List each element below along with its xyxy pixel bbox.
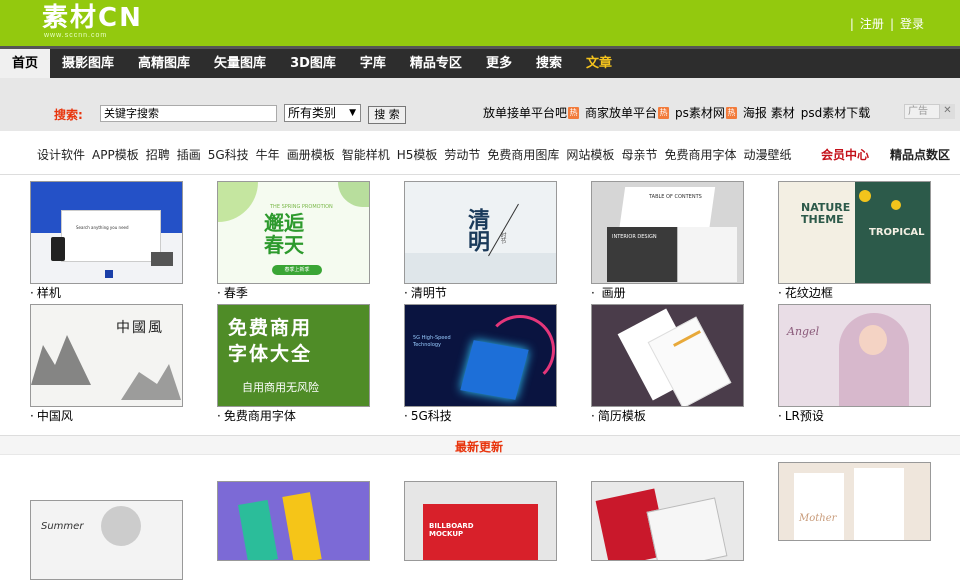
featured-card[interactable]: NATURE THEME TROPICAL 花纹边框 xyxy=(778,181,931,300)
thumbnail: Search anything you need xyxy=(30,181,183,284)
nav-item-home[interactable]: 首页 xyxy=(0,49,51,78)
thumbnail: 5G High-Speed Technology xyxy=(404,304,557,407)
latest-card[interactable]: Mother xyxy=(778,462,931,541)
ad-link[interactable]: psd素材下载 xyxy=(801,104,871,121)
category-links: 设计软件 APP模板 招聘 插画 5G科技 牛年 画册模板 智能样机 H5模板 … xyxy=(0,131,960,175)
thumbnail: Angel xyxy=(778,304,931,407)
card-caption[interactable]: 样机 xyxy=(30,286,183,300)
hot-icon: 热 xyxy=(658,106,670,119)
card-caption[interactable]: 春季 xyxy=(217,286,370,300)
nav-item-articles[interactable]: 文章 xyxy=(574,49,624,78)
thumbnail: Summer xyxy=(30,500,183,580)
category-link[interactable]: 插画 xyxy=(177,146,201,163)
latest-card[interactable] xyxy=(591,481,744,561)
category-link[interactable]: 劳动节 xyxy=(444,146,480,163)
thumbnail: 清明 时节 xyxy=(404,181,557,284)
chevron-down-icon: ▼ xyxy=(349,108,356,118)
top-bar: 素材CN www.sccnn.com | 注册 | 登录 xyxy=(0,0,960,46)
nav-item-premium[interactable]: 精品专区 xyxy=(398,49,474,78)
featured-card[interactable]: 5G High-Speed Technology 5G科技 xyxy=(404,304,557,423)
thumbnail: THE SPRING PROMOTION 邂逅 春天 春季上新季 xyxy=(217,181,370,284)
card-caption[interactable]: 画册 xyxy=(591,286,744,300)
card-caption[interactable]: LR预设 xyxy=(778,409,931,423)
premium-points-link[interactable]: 精品点数区 xyxy=(890,146,950,163)
category-link[interactable]: 画册模板 xyxy=(287,146,335,163)
register-link[interactable]: 注册 xyxy=(860,15,884,32)
featured-card[interactable]: 免费商用 字体大全 自用商用无风险 免费商用字体 xyxy=(217,304,370,423)
category-link[interactable]: 招聘 xyxy=(146,146,170,163)
thumbnail: NATURE THEME TROPICAL xyxy=(778,181,931,284)
nav-item-vector[interactable]: 矢量图库 xyxy=(202,49,278,78)
thumbnail: Mother xyxy=(778,462,931,541)
featured-card[interactable]: Search anything you need 样机 xyxy=(30,181,183,300)
category-link[interactable]: 牛年 xyxy=(256,146,280,163)
card-caption[interactable]: 简历模板 xyxy=(591,409,744,423)
latest-card[interactable]: Summer xyxy=(30,500,183,580)
site-logo[interactable]: 素材CN www.sccnn.com xyxy=(42,3,143,39)
category-link[interactable]: 免费商用图库 xyxy=(487,146,559,163)
search-input[interactable]: 关键字搜索 xyxy=(100,105,277,122)
login-link[interactable]: 登录 xyxy=(900,15,924,32)
card-caption[interactable]: 清明节 xyxy=(404,286,557,300)
category-link[interactable]: 母亲节 xyxy=(621,146,657,163)
card-caption[interactable]: 花纹边框 xyxy=(778,286,931,300)
thumbnail xyxy=(591,481,744,561)
logo-text: 素材CN xyxy=(42,3,143,33)
latest-card[interactable]: BILLBOARD MOCKUP xyxy=(404,481,557,561)
category-link[interactable]: 智能样机 xyxy=(342,146,390,163)
nav-item-search[interactable]: 搜索 xyxy=(524,49,574,78)
category-link[interactable]: H5模板 xyxy=(397,146,438,163)
nav-item-3d[interactable]: 3D图库 xyxy=(278,49,348,78)
ad-badge: 广告 ✕ xyxy=(904,104,955,119)
ad-link[interactable]: 商家放单平台热 xyxy=(585,104,670,121)
thumbnail: 免费商用 字体大全 自用商用无风险 xyxy=(217,304,370,407)
main-nav: 首页 摄影图库 高精图库 矢量图库 3D图库 字库 精品专区 更多 搜索 文章 xyxy=(0,46,960,78)
hot-icon: 热 xyxy=(725,106,737,119)
featured-card[interactable]: 简历模板 xyxy=(591,304,744,423)
nav-item-fonts[interactable]: 字库 xyxy=(348,49,398,78)
section-divider: 最新更新 xyxy=(0,435,960,455)
ad-link[interactable]: 放单接单平台吧热 xyxy=(483,104,580,121)
logo-subtext: www.sccnn.com xyxy=(44,32,108,39)
thumbnail: BILLBOARD MOCKUP xyxy=(404,481,557,561)
category-link[interactable]: APP模板 xyxy=(92,146,139,163)
thumbnail xyxy=(217,481,370,561)
card-caption[interactable]: 中国风 xyxy=(30,409,183,423)
ad-link[interactable]: 海报 素材 xyxy=(743,104,795,121)
featured-card[interactable]: THE SPRING PROMOTION 邂逅 春天 春季上新季 春季 xyxy=(217,181,370,300)
category-link[interactable]: 5G科技 xyxy=(208,146,249,163)
card-caption[interactable]: 免费商用字体 xyxy=(217,409,370,423)
thumbnail: 中國風 xyxy=(30,304,183,407)
category-link[interactable]: 免费商用字体 xyxy=(664,146,736,163)
card-caption[interactable]: 5G科技 xyxy=(404,409,557,423)
featured-card[interactable]: Angel LR预设 xyxy=(778,304,931,423)
search-bar: 搜索: 关键字搜索 所有类别 ▼ 搜 索 放单接单平台吧热 商家放单平台热 ps… xyxy=(0,78,960,131)
ad-link[interactable]: ps素材网热 xyxy=(675,104,737,121)
category-link[interactable]: 动漫壁纸 xyxy=(743,146,791,163)
featured-card[interactable]: TABLE OF CONTENTS INTERIOR DESIGN 画册 xyxy=(591,181,744,300)
section-title: 最新更新 xyxy=(455,440,504,454)
nav-item-more[interactable]: 更多 xyxy=(474,49,524,78)
thumbnail xyxy=(591,304,744,407)
search-label: 搜索: xyxy=(54,108,83,122)
category-select[interactable]: 所有类别 ▼ xyxy=(284,104,361,122)
auth-links: | 注册 | 登录 xyxy=(849,15,924,32)
ad-links: 放单接单平台吧热 商家放单平台热 ps素材网热 海报 素材 psd素材下载 xyxy=(483,104,870,121)
close-icon[interactable]: ✕ xyxy=(940,104,955,119)
hot-icon: 热 xyxy=(568,106,580,119)
category-link[interactable]: 设计软件 xyxy=(37,146,85,163)
featured-card[interactable]: 中國風 中国风 xyxy=(30,304,183,423)
thumbnail: TABLE OF CONTENTS INTERIOR DESIGN xyxy=(591,181,744,284)
category-link[interactable]: 网站模板 xyxy=(566,146,614,163)
vip-center-link[interactable]: 会员中心 xyxy=(821,146,869,163)
latest-card[interactable] xyxy=(217,481,370,561)
search-button[interactable]: 搜 索 xyxy=(368,106,406,124)
nav-item-hd[interactable]: 高精图库 xyxy=(126,49,202,78)
nav-item-photo[interactable]: 摄影图库 xyxy=(50,49,126,78)
featured-card[interactable]: 清明 时节 清明节 xyxy=(404,181,557,300)
